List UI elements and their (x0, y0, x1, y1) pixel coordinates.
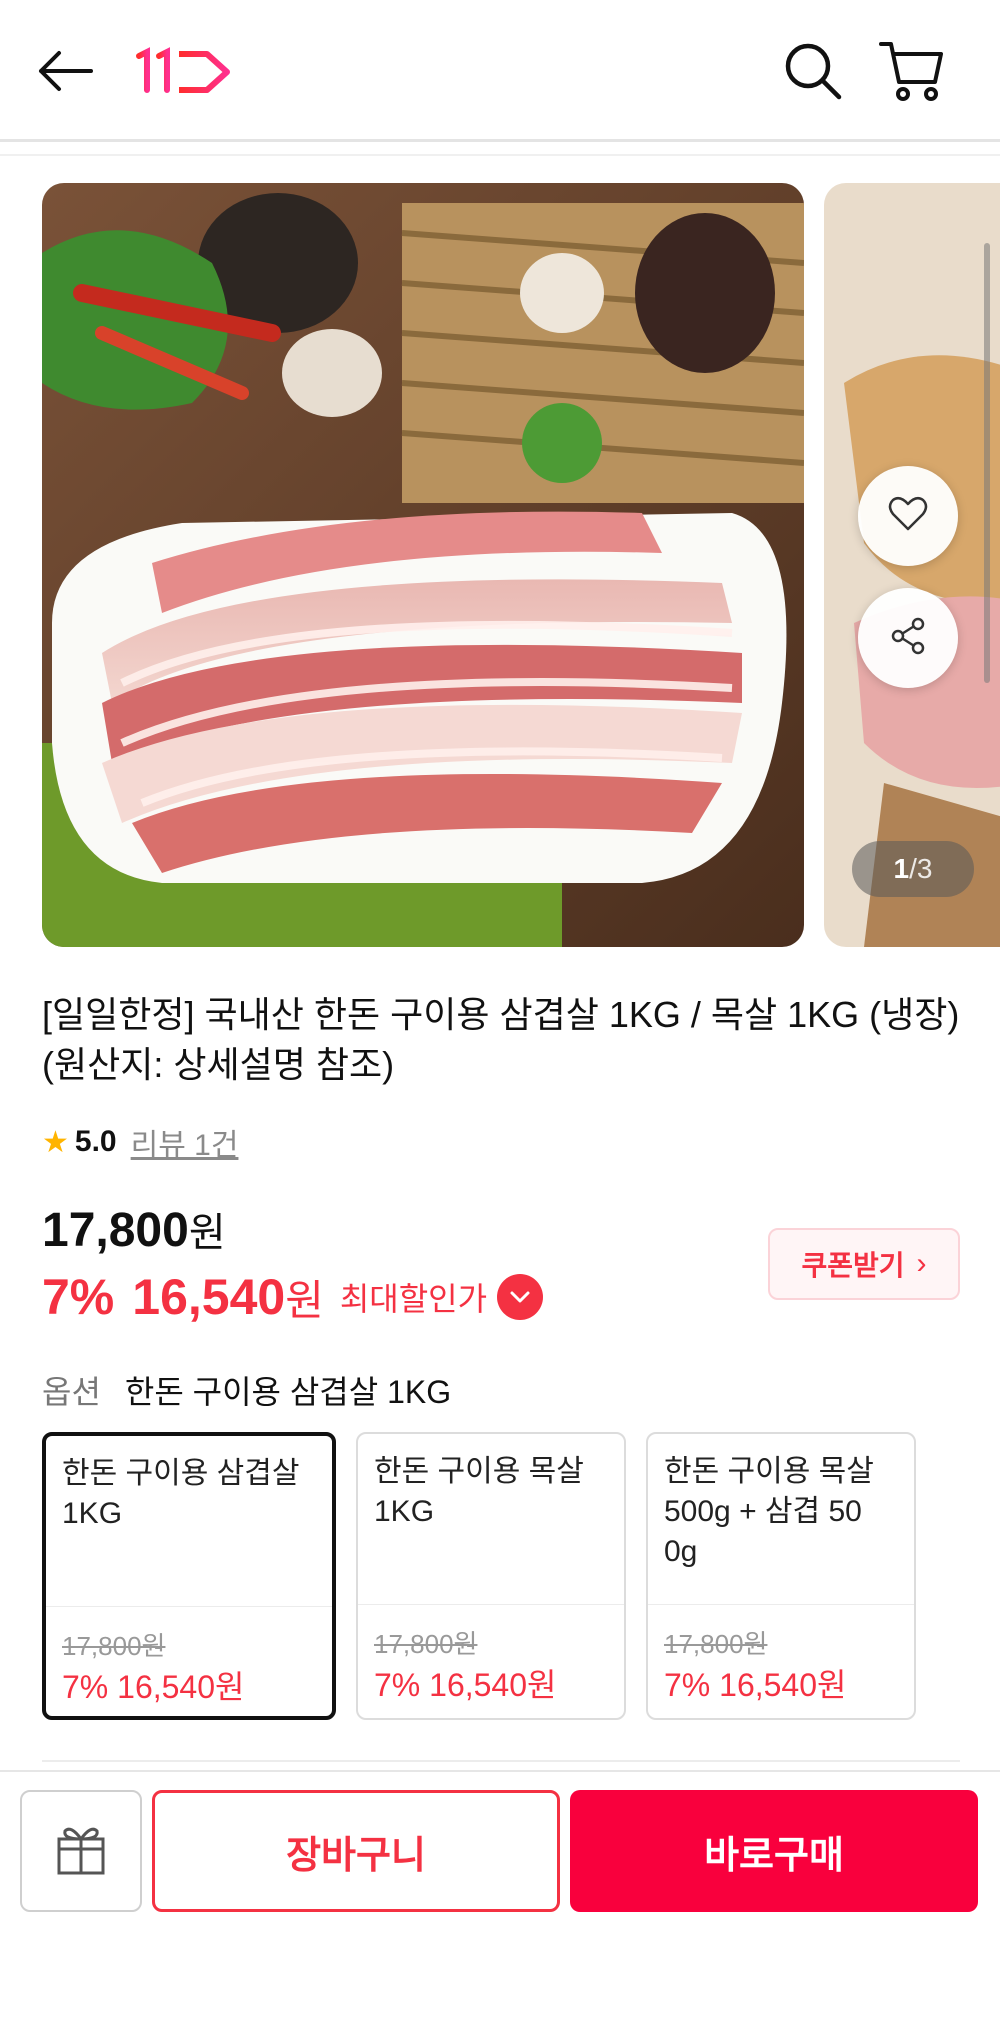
option-card-pork-belly[interactable]: 한돈 구이용 삼겹살 1KG 17,800원 7% 16,540원 (42, 1432, 336, 1720)
product-title: [일일한정] 국내산 한돈 구이용 삼겹살 1KG / 목살 1KG (냉장) … (42, 994, 960, 1085)
original-price-currency: 원 (188, 1211, 226, 1255)
chevron-down-icon[interactable] (497, 1274, 544, 1320)
option-sale-price: 7% 16,540원 (62, 1669, 245, 1705)
option-name: 한돈 구이용 삼겹살 1KG (62, 1457, 300, 1530)
section-divider (42, 1760, 960, 1762)
option-summary: 옵션 한돈 구이용 삼겹살 1KG (42, 1368, 451, 1412)
option-sale-price: 7% 16,540원 (664, 1667, 847, 1703)
bottom-action-bar: 장바구니 바로구매 (0, 1770, 1000, 2018)
gift-button[interactable] (20, 1790, 142, 1912)
original-price-amount: 17,800 (42, 1204, 189, 1257)
option-divider (46, 1606, 332, 1607)
share-button[interactable] (858, 588, 958, 688)
header-divider (0, 154, 1000, 156)
image-counter-current: 1 (893, 853, 910, 884)
option-selected-value: 한돈 구이용 삼겹살 1KG (124, 1374, 452, 1410)
cart-icon[interactable] (874, 36, 950, 106)
top-app-bar (0, 0, 1000, 142)
rating-score: 5.0 (74, 1125, 117, 1158)
gift-icon (55, 1821, 107, 1881)
star-icon: ★ (42, 1125, 69, 1159)
coupon-label: 쿠폰받기 (801, 1250, 905, 1281)
logo-11st[interactable] (128, 40, 238, 102)
option-label: 옵션 (42, 1374, 101, 1410)
option-original-price: 17,800원 (664, 1629, 768, 1659)
discount-percent: 7% (42, 1269, 115, 1325)
option-original-price: 17,800원 (62, 1631, 166, 1661)
option-card-neck-belly-mix[interactable]: 한돈 구이용 목살 500g + 삼겹 50 0g 17,800원 7% 16,… (646, 1432, 916, 1720)
wish-button[interactable] (858, 466, 958, 566)
review-count-link[interactable]: 리뷰 1건 (131, 1120, 239, 1164)
search-icon[interactable] (778, 36, 848, 106)
sale-price-amount: 16,540 (132, 1269, 286, 1325)
sale-price-row: 7% 16,540 원 최대할인가 (42, 1262, 544, 1332)
option-original-price: 17,800원 (374, 1629, 478, 1659)
sale-price-currency: 원 (285, 1276, 324, 1324)
option-card-neck[interactable]: 한돈 구이용 목살 1KG 17,800원 7% 16,540원 (356, 1432, 626, 1720)
option-sale-price: 7% 16,540원 (374, 1667, 557, 1703)
rating-row: ★ 5.0 리뷰 1건 (42, 1120, 238, 1164)
image-counter-separator: / (909, 853, 917, 884)
option-divider (358, 1604, 624, 1605)
option-name: 한돈 구이용 목살 500g + 삼겹 50 0g (664, 1455, 874, 1568)
carousel-scrollbar (984, 243, 990, 683)
arrow-left-icon[interactable] (30, 40, 100, 102)
image-counter-total: 3 (916, 853, 933, 884)
option-divider (648, 1604, 914, 1605)
heart-icon (888, 496, 928, 536)
image-counter: 1 / 3 (852, 841, 974, 897)
product-image-carousel[interactable]: 1 / 3 (0, 183, 1000, 947)
product-image-pork-belly[interactable] (42, 183, 804, 947)
chevron-right-icon: › (916, 1247, 927, 1280)
add-to-cart-button[interactable]: 장바구니 (152, 1790, 560, 1912)
original-price: 17,800원 (42, 1200, 226, 1258)
coupon-button[interactable]: 쿠폰받기 › (768, 1228, 960, 1300)
option-name: 한돈 구이용 목살 1KG (374, 1455, 584, 1528)
buy-now-button[interactable]: 바로구매 (570, 1790, 978, 1912)
max-discount-label[interactable]: 최대할인가 (340, 1274, 487, 1320)
share-icon (888, 616, 928, 660)
